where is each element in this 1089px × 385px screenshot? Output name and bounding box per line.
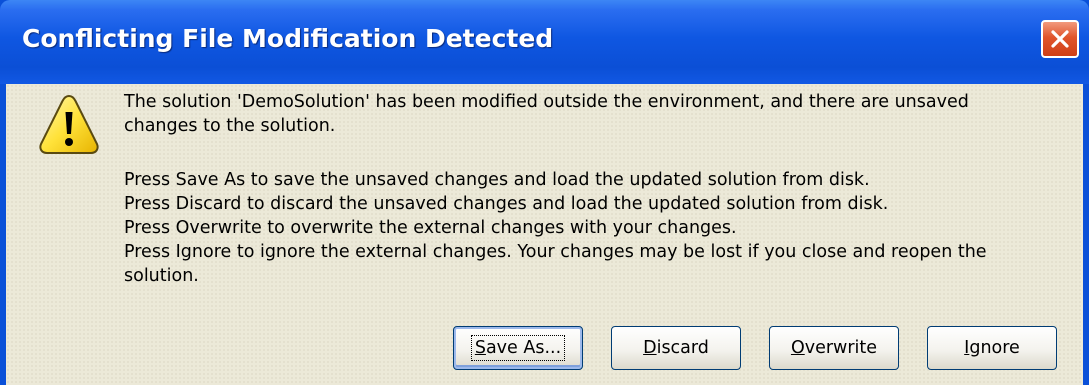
instruction-line: Press Overwrite to overwrite the externa… [124, 218, 737, 238]
instruction-line: Press Save As to save the unsaved change… [124, 170, 870, 190]
message-line: changes to the solution. [124, 116, 336, 136]
dialog-window: Conflicting File Modification Detected T… [0, 0, 1089, 385]
close-icon [1051, 30, 1069, 48]
overwrite-button[interactable]: Overwrite [769, 326, 899, 370]
save-as-button[interactable]: Save As... [453, 326, 583, 370]
dialog-title: Conflicting File Modification Detected [22, 24, 554, 53]
instruction-line: Press Ignore to ignore the external chan… [124, 242, 987, 262]
ignore-button[interactable]: Ignore [927, 326, 1057, 370]
discard-button[interactable]: Discard [611, 326, 741, 370]
instruction-line: solution. [124, 266, 199, 286]
dialog-body: The solution 'DemoSolution' has been mod… [6, 84, 1083, 385]
instruction-line: Press Discard to discard the unsaved cha… [124, 194, 889, 214]
message-line: The solution 'DemoSolution' has been mod… [124, 92, 969, 112]
title-bar[interactable]: Conflicting File Modification Detected [0, 0, 1089, 84]
close-button[interactable] [1041, 20, 1079, 58]
warning-icon [39, 94, 99, 154]
